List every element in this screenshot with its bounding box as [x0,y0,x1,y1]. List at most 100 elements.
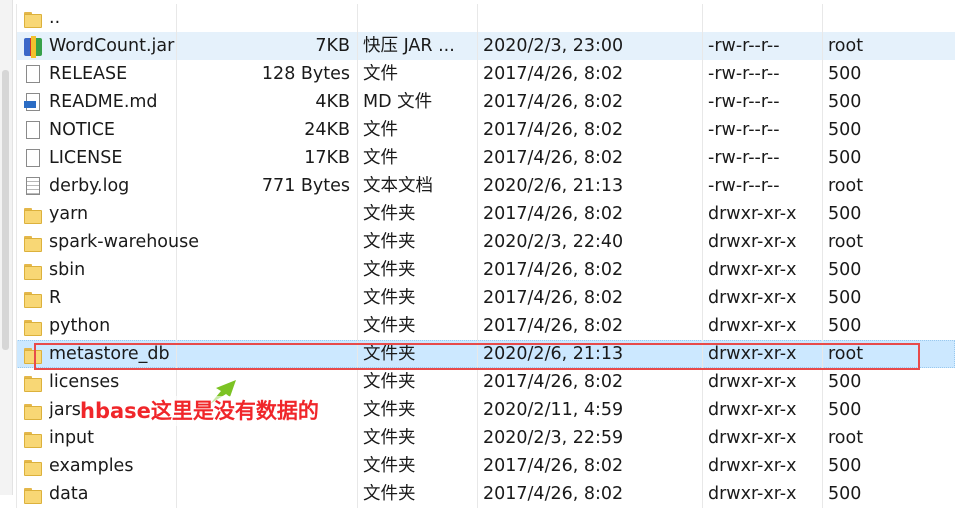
file-owner: root [828,428,864,448]
file-permissions: drwxr-xr-x [708,344,797,364]
file-date: 2017/4/26, 8:02 [483,64,624,84]
file-size: 24KB [304,120,350,140]
file-date: 2017/4/26, 8:02 [483,372,624,392]
column-divider [357,88,358,116]
column-divider [16,116,17,144]
column-divider [357,172,358,200]
file-name: sbin [49,260,86,280]
column-divider [822,4,823,32]
column-divider [357,452,358,480]
file-owner: 500 [828,456,862,476]
file-owner: 500 [828,400,862,420]
file-row[interactable]: input 文件夹 2020/2/3, 22:59 drwxr-xr-x root [16,424,955,452]
column-divider [702,228,703,256]
file-name: spark-warehouse [49,232,199,252]
file-type: 文件 [363,64,398,84]
file-owner: 500 [828,204,862,224]
file-name: yarn [49,204,89,224]
column-divider [16,60,17,88]
file-type: 文件夹 [363,316,416,336]
file-list: .. WordCount.jar 7KB 快压 JAR ... 2020/2/3, 23… [16,4,955,508]
file-permissions: -rw-r--r-- [708,148,780,168]
file-date: 2017/4/26, 8:02 [483,120,624,140]
file-type: 文本文档 [363,176,433,196]
file-row[interactable]: data 文件夹 2017/4/26, 8:02 drwxr-xr-x 500 [16,480,955,508]
file-permissions: drwxr-xr-x [708,372,797,392]
file-owner: 500 [828,288,862,308]
column-divider [357,312,358,340]
file-permissions: drwxr-xr-x [708,456,797,476]
file-owner: 500 [828,316,862,336]
file-row[interactable]: README.md 4KB MD 文件 2017/4/26, 8:02 -rw-r--r… [16,88,955,116]
file-row[interactable]: licenses 文件夹 2017/4/26, 8:02 drwxr-xr-x 500 [16,368,955,396]
file-row[interactable]: NOTICE 24KB 文件 2017/4/26, 8:02 -rw-r--r-- 500 [16,116,955,144]
annotation-text: hbase这里是没有数据的 [80,396,319,426]
file-permissions: -rw-r--r-- [708,36,780,56]
file-owner: 500 [828,148,862,168]
column-divider [702,172,703,200]
file-owner: 500 [828,92,862,112]
file-permissions: drwxr-xr-x [708,316,797,336]
column-divider [16,396,17,424]
column-divider [16,480,17,508]
file-row[interactable]: examples 文件夹 2017/4/26, 8:02 drwxr-xr-x 500 [16,452,955,480]
file-owner: 500 [828,120,862,140]
file-type: 文件夹 [363,484,416,504]
scrollbar-thumb[interactable] [2,70,9,350]
file-permissions: -rw-r--r-- [708,120,780,140]
file-row[interactable]: R 文件夹 2017/4/26, 8:02 drwxr-xr-x 500 [16,284,955,312]
file-type: 文件 [363,120,398,140]
file-owner: root [828,36,864,56]
column-divider [357,284,358,312]
file-name: licenses [49,372,120,392]
file-permissions: drwxr-xr-x [708,428,797,448]
column-divider [16,312,17,340]
file-row[interactable]: metastore_db 文件夹 2020/2/6, 21:13 drwxr-xr-x… [16,340,955,368]
file-date: 2017/4/26, 8:02 [483,484,624,504]
file-row[interactable]: derby.log 771 Bytes 文本文档 2020/2/6, 21:13 -rw… [16,172,955,200]
file-row[interactable]: sbin 文件夹 2017/4/26, 8:02 drwxr-xr-x 500 [16,256,955,284]
file-size: 128 Bytes [261,64,350,84]
file-permissions: drwxr-xr-x [708,400,797,420]
file-size: 771 Bytes [261,176,350,196]
file-row[interactable]: python 文件夹 2017/4/26, 8:02 drwxr-xr-x 500 [16,312,955,340]
file-date: 2020/2/11, 4:59 [483,400,624,420]
file-name: input [49,428,95,448]
column-divider [702,256,703,284]
left-scrollbar[interactable] [0,0,13,495]
column-divider [702,340,703,368]
column-divider [16,200,17,228]
column-divider [702,200,703,228]
file-row[interactable]: .. [16,4,955,32]
file-type: 文件夹 [363,344,416,364]
column-divider [357,256,358,284]
column-divider [357,340,358,368]
file-name: examples [49,456,134,476]
file-permissions: -rw-r--r-- [708,92,780,112]
file-permissions: drwxr-xr-x [708,232,797,252]
file-type: 文件夹 [363,232,416,252]
file-owner: root [828,344,864,364]
column-divider [16,144,17,172]
column-divider [702,88,703,116]
file-permissions: drwxr-xr-x [708,260,797,280]
file-name: data [49,484,89,504]
file-type: 快压 JAR ... [363,36,455,56]
column-divider [357,32,358,60]
file-type: MD 文件 [363,92,433,112]
column-divider [357,60,358,88]
file-type: 文件夹 [363,400,416,420]
file-size: 17KB [304,148,350,168]
file-type: 文件夹 [363,288,416,308]
file-name: python [49,316,111,336]
file-owner: 500 [828,64,862,84]
file-row[interactable]: RELEASE 128 Bytes 文件 2017/4/26, 8:02 -rw-r--… [16,60,955,88]
file-date: 2020/2/3, 22:40 [483,232,624,252]
file-row[interactable]: WordCount.jar 7KB 快压 JAR ... 2020/2/3, 23:0… [16,32,955,60]
file-type: 文件 [363,148,398,168]
file-row[interactable]: LICENSE 17KB 文件 2017/4/26, 8:02 -rw-r--r-- 50… [16,144,955,172]
column-divider [357,144,358,172]
file-row[interactable]: yarn 文件夹 2017/4/26, 8:02 drwxr-xr-x 500 [16,200,955,228]
file-name: R [49,288,62,308]
file-row[interactable]: spark-warehouse 文件夹 2020/2/3, 22:40 drwxr-x… [16,228,955,256]
